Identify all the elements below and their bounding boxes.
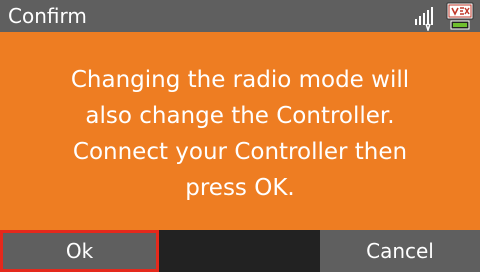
confirm-screen: Confirm Changing the radio mode will als…	[0, 0, 480, 272]
confirm-message: Changing the radio mode will also change…	[20, 62, 460, 206]
vex-brain-status-icon	[446, 2, 474, 30]
message-line: Changing the radio mode will	[70, 67, 410, 93]
message-panel: Changing the radio mode will also change…	[0, 32, 480, 230]
page-title: Confirm	[8, 4, 87, 28]
message-line: also change the Controller.	[85, 103, 395, 129]
battery-level-icon	[453, 23, 467, 27]
ok-button[interactable]: Ok	[0, 230, 159, 272]
button-bar: Ok Cancel	[0, 230, 480, 272]
title-bar: Confirm	[0, 0, 480, 33]
message-line: press OK.	[185, 175, 295, 201]
message-line: Connect your Controller then	[72, 139, 408, 165]
signal-strength-icon	[413, 5, 435, 33]
cancel-button[interactable]: Cancel	[320, 230, 480, 272]
